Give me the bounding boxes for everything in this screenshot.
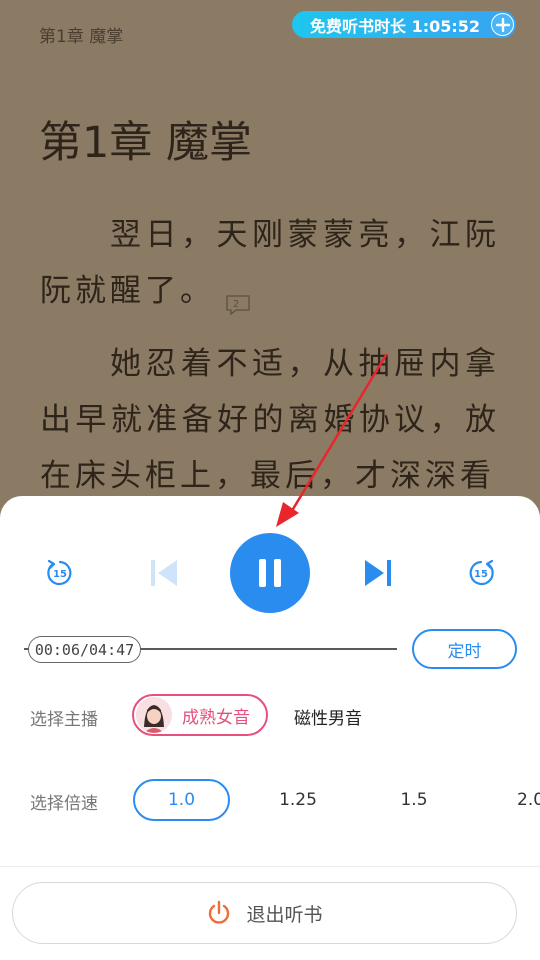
paragraph-1: 翌日，天刚蒙蒙亮，江阮阮就醒了。 2 <box>40 207 500 319</box>
speed-option-1-5[interactable]: 1.5 <box>384 779 444 821</box>
host-option-label: 成熟女音 <box>182 707 250 728</box>
host-select-label: 选择主播 <box>30 710 98 730</box>
speed-option-1-25[interactable]: 1.25 <box>268 779 328 821</box>
rewind-15-icon: 15 <box>47 559 72 586</box>
sleep-timer-button[interactable]: 定时 <box>412 629 517 669</box>
divider <box>0 866 540 867</box>
host-option-mature-female[interactable]: 成熟女音 <box>132 694 268 736</box>
paragraph-1-text: 翌日，天刚蒙蒙亮，江阮阮就醒了。 <box>40 217 500 309</box>
pause-icon <box>259 559 281 587</box>
speed-option-2-0[interactable]: 2.0 <box>505 779 540 821</box>
free-listen-time-badge[interactable]: 免费听书时长 1:05:52 <box>292 11 516 38</box>
rewind-seconds: 15 <box>53 569 67 580</box>
header-chapter-title: 第1章 魔掌 <box>39 27 124 47</box>
power-icon <box>206 900 232 926</box>
skip-next-icon <box>365 560 391 586</box>
forward-seconds: 15 <box>474 569 488 580</box>
plus-icon[interactable] <box>491 13 514 36</box>
comment-count: 2 <box>233 299 243 310</box>
chapter-title: 第1章 魔掌 <box>39 118 253 168</box>
next-chapter-button[interactable] <box>358 553 398 593</box>
rewind-15-button[interactable]: 15 <box>40 553 80 593</box>
speed-select-label: 选择倍速 <box>30 794 98 814</box>
paragraph-2: 她忍着不适，从抽屉内拿出早就准备好的离婚协议，放在床头柜上，最后，才深深看 <box>40 346 500 494</box>
comment-bubble-icon[interactable]: 2 <box>225 278 251 315</box>
exit-listening-label: 退出听书 <box>246 903 323 926</box>
forward-15-button[interactable]: 15 <box>461 553 501 593</box>
avatar <box>136 697 172 733</box>
progress-time-thumb[interactable]: 00:06/04:47 <box>28 636 141 663</box>
exit-listening-button[interactable]: 退出听书 <box>12 882 517 944</box>
play-pause-button[interactable] <box>230 533 310 613</box>
forward-15-icon: 15 <box>469 559 494 586</box>
skip-previous-icon <box>151 560 177 586</box>
speed-option-1-0[interactable]: 1.0 <box>133 779 230 821</box>
free-listen-time-text: 免费听书时长 1:05:52 <box>310 16 481 36</box>
previous-chapter-button[interactable] <box>144 553 184 593</box>
host-option-magnetic-male[interactable]: 磁性男音 <box>294 704 362 729</box>
